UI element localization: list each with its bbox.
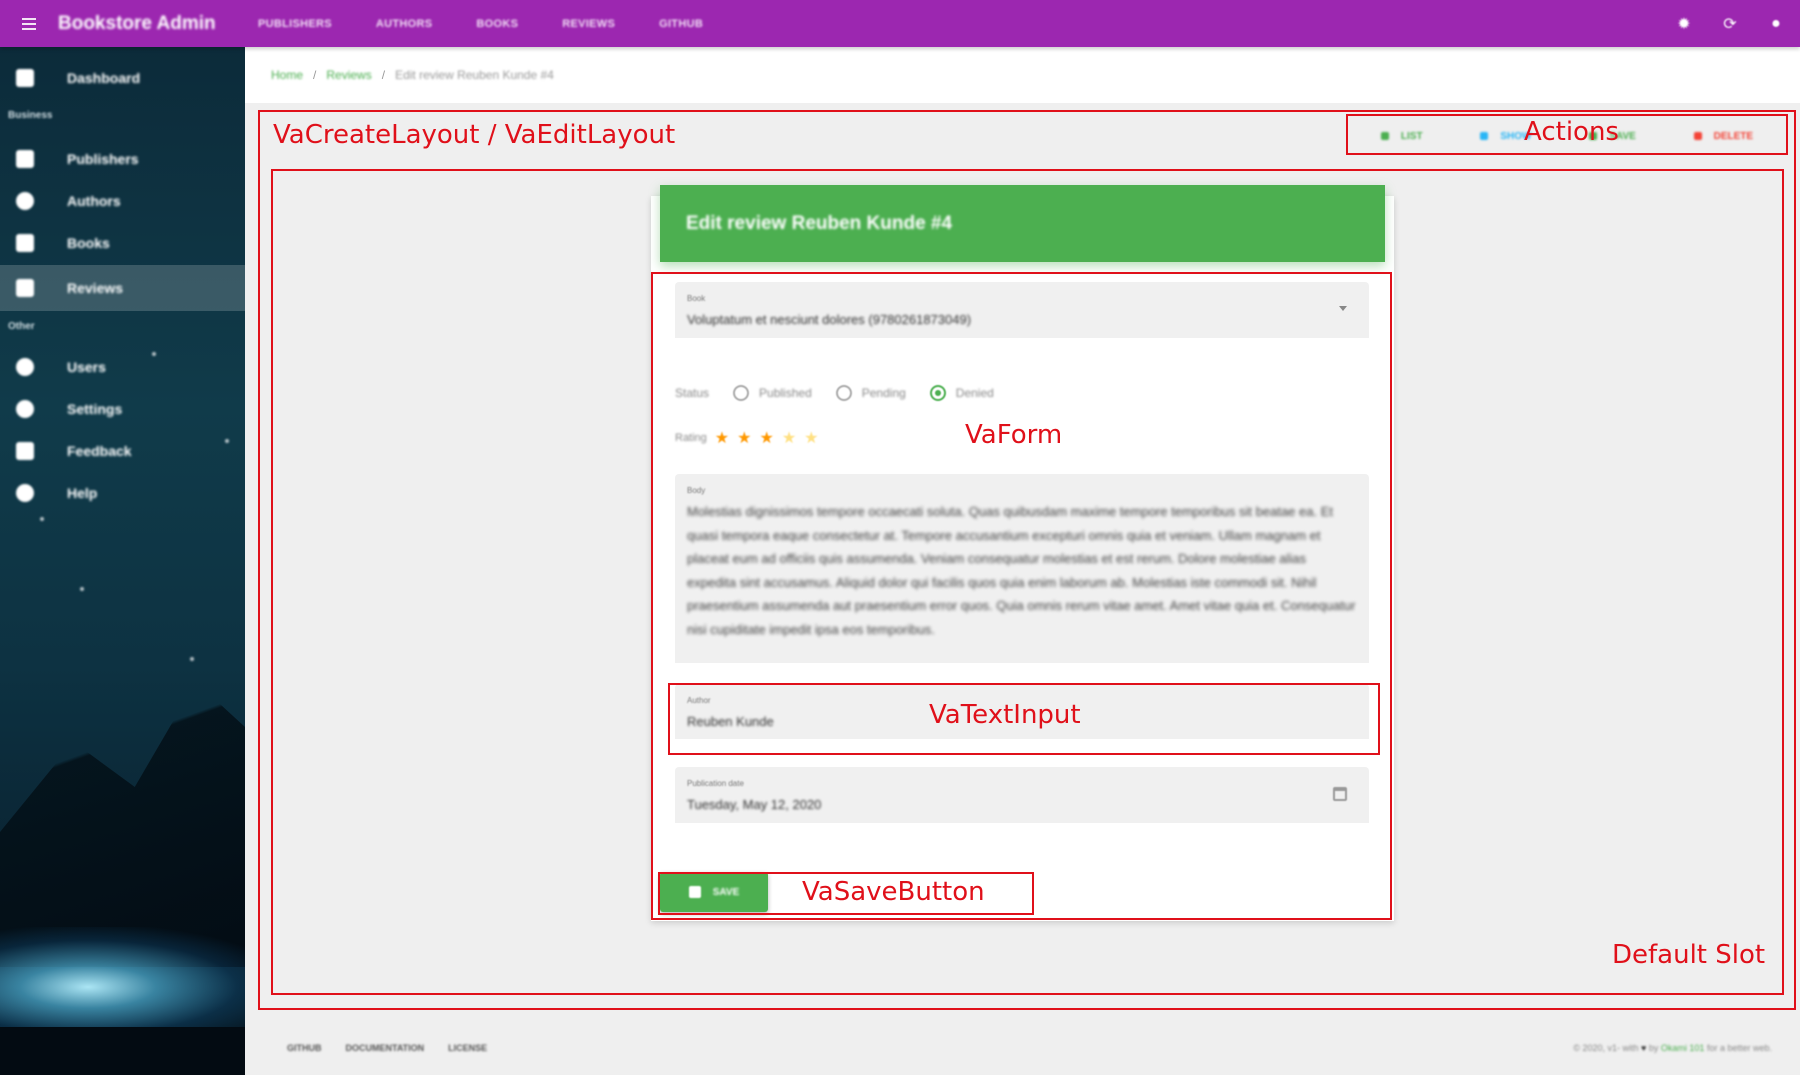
app-bar: Bookstore Admin PUBLISHERS AUTHORS BOOKS… <box>0 0 1800 47</box>
annotation-label-default-slot: Default Slot <box>1612 940 1766 970</box>
breadcrumb-reviews[interactable]: Reviews <box>326 68 371 82</box>
sidebar-item-label: Books <box>67 235 110 251</box>
sidebar-mountain-silhouette <box>0 682 245 967</box>
annotation-label-actions: Actions <box>1524 117 1619 147</box>
books-icon <box>16 234 34 252</box>
sidebar-item-reviews[interactable]: Reviews <box>0 265 245 311</box>
help-icon <box>16 484 34 502</box>
sidebar-item-authors[interactable]: Authors <box>0 181 245 221</box>
breadcrumb-separator: / <box>381 68 386 82</box>
sidebar-item-label: Publishers <box>67 151 139 167</box>
sidebar-item-label: Help <box>67 485 98 501</box>
footer-links: GITHUB DOCUMENTATION LICENSE <box>287 1043 487 1053</box>
sidebar-ground <box>0 1027 245 1075</box>
sun-icon[interactable]: ✹ <box>1674 14 1694 34</box>
footer-link-documentation[interactable]: DOCUMENTATION <box>346 1043 425 1053</box>
footer-copy-by: by <box>1648 1043 1659 1053</box>
annotation-label-form: VaForm <box>965 420 1063 450</box>
footer: GITHUB DOCUMENTATION LICENSE © 2020, v1-… <box>245 1030 1800 1066</box>
annotation-box-form <box>651 272 1392 920</box>
sidebar-item-label: Feedback <box>67 443 132 459</box>
annotation-label-layout: VaCreateLayout / VaEditLayout <box>273 120 676 150</box>
annotation-label-text-input: VaTextInput <box>929 700 1081 730</box>
footer-copy-prefix: © 2020, v1- with <box>1573 1043 1639 1053</box>
top-nav: PUBLISHERS AUTHORS BOOKS REVIEWS GITHUB <box>258 18 703 30</box>
footer-author-link[interactable]: Okami 101 <box>1661 1043 1705 1053</box>
menu-icon[interactable] <box>0 0 58 47</box>
sidebar-item-publishers[interactable]: Publishers <box>0 139 245 179</box>
footer-link-license[interactable]: LICENSE <box>448 1043 487 1053</box>
sidebar-item-label: Settings <box>67 401 123 417</box>
users-icon <box>16 358 34 376</box>
breadcrumb-separator: / <box>313 68 317 82</box>
sidebar-item-feedback[interactable]: Feedback <box>0 431 245 471</box>
authors-icon <box>16 192 34 210</box>
footer-link-github[interactable]: GITHUB <box>287 1043 322 1053</box>
annotation-label-save-button: VaSaveButton <box>802 877 985 907</box>
app-title: Bookstore Admin <box>58 12 216 34</box>
account-icon[interactable]: ● <box>1766 15 1786 33</box>
sidebar-section-other: Other <box>8 321 35 332</box>
appbar-actions: ✹ ⟳ ● <box>1674 0 1786 47</box>
settings-icon <box>16 400 34 418</box>
sidebar-item-dashboard[interactable]: Dashboard <box>0 58 245 98</box>
sidebar-section-business: Business <box>8 110 53 121</box>
breadcrumb: Home / Reviews / Edit review Reuben Kund… <box>245 47 1800 103</box>
breadcrumb-current: Edit review Reuben Kunde #4 <box>395 68 554 82</box>
publishers-icon <box>16 150 34 168</box>
sidebar-item-help[interactable]: Help <box>0 473 245 513</box>
feedback-icon <box>16 442 34 460</box>
refresh-icon[interactable]: ⟳ <box>1720 14 1740 34</box>
footer-copyright: © 2020, v1- with ♥ by Okami 101 for a be… <box>1573 1043 1772 1053</box>
sidebar-item-users[interactable]: Users <box>0 347 245 387</box>
reviews-icon <box>16 279 34 297</box>
sidebar: Dashboard Business Publishers Authors Bo… <box>0 47 245 1075</box>
sidebar-item-label: Users <box>67 359 106 375</box>
footer-copy-suffix: for a better web. <box>1706 1043 1772 1053</box>
sidebar-item-label: Dashboard <box>67 70 141 86</box>
sidebar-item-label: Authors <box>67 193 121 209</box>
dashboard-icon <box>16 69 34 87</box>
top-nav-reviews[interactable]: REVIEWS <box>562 18 615 30</box>
sidebar-item-settings[interactable]: Settings <box>0 389 245 429</box>
top-nav-github[interactable]: GITHUB <box>659 18 703 30</box>
sidebar-item-books[interactable]: Books <box>0 223 245 263</box>
heart-icon: ♥ <box>1641 1043 1647 1053</box>
top-nav-books[interactable]: BOOKS <box>476 18 518 30</box>
breadcrumb-home[interactable]: Home <box>271 68 303 82</box>
sidebar-item-label: Reviews <box>67 280 124 296</box>
top-nav-authors[interactable]: AUTHORS <box>376 18 433 30</box>
top-nav-publishers[interactable]: PUBLISHERS <box>258 18 332 30</box>
